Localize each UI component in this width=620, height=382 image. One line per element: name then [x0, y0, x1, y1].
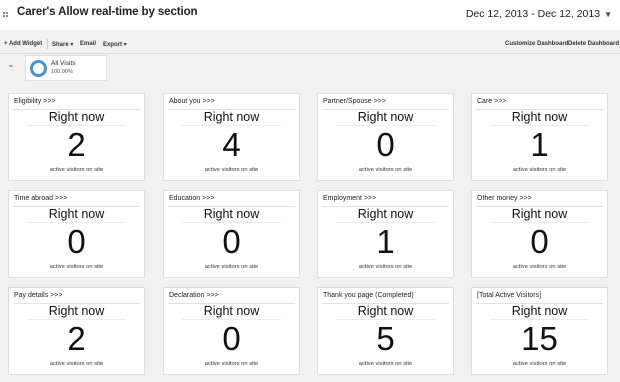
active-visitor-count: 0 [67, 223, 86, 260]
widget-caption: active visitors on site [358, 361, 413, 367]
widget-title: Employment >>> [323, 195, 377, 202]
realtime-widget[interactable]: Education >>> Right now 0 active visitors o… [163, 190, 300, 278]
email-button[interactable]: Email [80, 41, 96, 47]
dashboard-title: Carer's Allow real-time by section [17, 6, 198, 18]
toolbar: + Add Widget Share ▾ Email Export ▾ Cust… [0, 34, 620, 54]
active-visitor-count: 15 [521, 320, 558, 357]
widget-caption: active visitors on site [358, 167, 413, 173]
realtime-widget[interactable]: Employment >>> Right now 1 active visitors … [317, 190, 454, 278]
widget-caption: active visitors on site [204, 361, 259, 367]
active-visitor-count: 1 [376, 223, 395, 260]
widget-caption: active visitors on site [49, 361, 104, 367]
realtime-widget[interactable]: Care >>> Right now 1 active visitors on sit… [471, 93, 608, 181]
active-visitor-count: 0 [222, 320, 241, 357]
widget-caption: active visitors on site [512, 264, 567, 270]
toolbar-divider-line [0, 53, 620, 54]
widget-caption: active visitors on site [512, 167, 567, 173]
share-button[interactable]: Share ▾ [52, 41, 73, 48]
widget-subtitle: Right now [357, 304, 414, 318]
realtime-widget[interactable]: [Total Active Visitors] Right now 15 active… [471, 287, 608, 375]
widget-title: Pay details >>> [14, 292, 63, 299]
widget-subtitle: Right now [48, 304, 105, 318]
widget-subtitle: Right now [511, 110, 568, 124]
customize-dashboard-button[interactable]: Customize Dashboard [505, 41, 568, 47]
widget-title: Education >>> [169, 195, 215, 202]
widget-caption: active visitors on site [49, 167, 104, 173]
realtime-widget[interactable]: About you >>> Right now 4 active visitors o… [163, 93, 300, 181]
export-button[interactable]: Export ▾ [103, 41, 127, 48]
active-visitor-count: 5 [376, 320, 395, 357]
add-widget-button[interactable]: + Add Widget [4, 41, 42, 47]
widget-title: Time abroad >>> [14, 195, 68, 202]
widget-title: Partner/Spouse >>> [323, 98, 386, 105]
widget-subtitle: Right now [203, 304, 260, 318]
segment-all-visits[interactable]: All Visits 100.00% [25, 55, 107, 81]
realtime-widget[interactable]: Thank you page (Completed) Right now 5 acti… [317, 287, 454, 375]
widget-subtitle: Right now [203, 207, 260, 221]
segment-ring-icon [30, 60, 47, 77]
widget-caption: active visitors on site [358, 264, 413, 270]
active-visitor-count: 2 [67, 320, 86, 357]
widget-subtitle: Right now [511, 304, 568, 318]
realtime-widget[interactable]: Partner/Spouse >>> Right now 0 active visit… [317, 93, 454, 181]
widget-title: Other money >>> [477, 195, 532, 202]
widget-title: [Total Active Visitors] [477, 292, 542, 299]
widget-subtitle: Right now [48, 207, 105, 221]
dashboard-header: Carer's Allow real-time by section Dec 1… [0, 0, 620, 30]
widget-subtitle: Right now [48, 110, 105, 124]
delete-dashboard-button[interactable]: Delete Dashboard [568, 41, 619, 47]
widget-title: Care >>> [477, 98, 507, 105]
drag-grip-icon[interactable] [3, 12, 9, 18]
widget-title: Thank you page (Completed) [323, 292, 414, 299]
segment-name: All Visits [51, 60, 76, 67]
active-visitor-count: 4 [222, 126, 241, 163]
realtime-widget[interactable]: Other money >>> Right now 0 active visitors… [471, 190, 608, 278]
realtime-widget[interactable]: Pay details >>> Right now 2 active visitors… [8, 287, 145, 375]
active-visitor-count: 0 [222, 223, 241, 260]
widget-title: Declaration >>> [169, 292, 219, 299]
widget-subtitle: Right now [203, 110, 260, 124]
widget-caption: active visitors on site [204, 167, 259, 173]
segment-toggle-chevron-icon[interactable]: ⌄ [5, 60, 17, 72]
widget-title: About you >>> [169, 98, 215, 105]
chevron-down-icon: ▼ [604, 10, 612, 19]
widget-title: Eligibility >>> [14, 98, 56, 105]
segment-percent: 100.00% [51, 69, 73, 75]
realtime-widget[interactable]: Time abroad >>> Right now 0 active visitors… [8, 190, 145, 278]
active-visitor-count: 0 [530, 223, 549, 260]
date-range-picker[interactable]: Dec 12, 2013 - Dec 12, 2013 ▼ [466, 8, 612, 20]
active-visitor-count: 0 [376, 126, 395, 163]
widget-subtitle: Right now [511, 207, 568, 221]
widget-subtitle: Right now [357, 110, 414, 124]
widget-caption: active visitors on site [204, 264, 259, 270]
realtime-widget[interactable]: Declaration >>> Right now 0 active visitors… [163, 287, 300, 375]
active-visitor-count: 1 [530, 126, 549, 163]
realtime-widget[interactable]: Eligibility >>> Right now 2 active visitors… [8, 93, 145, 181]
active-visitor-count: 2 [67, 126, 86, 163]
date-range-text: Dec 12, 2013 - Dec 12, 2013 [465, 8, 601, 20]
widget-caption: active visitors on site [49, 264, 104, 270]
widget-subtitle: Right now [357, 207, 414, 221]
toolbar-divider [47, 39, 48, 49]
widget-caption: active visitors on site [512, 361, 567, 367]
